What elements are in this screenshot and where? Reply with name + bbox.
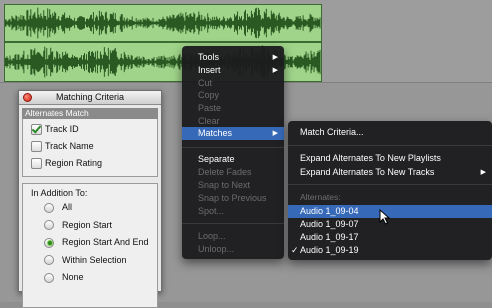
menu-item-label: Insert [198, 65, 221, 75]
radio-icon[interactable] [44, 202, 54, 213]
radio-none[interactable]: None [23, 269, 157, 287]
menu-item-expand-tracks[interactable]: Expand Alternates To New Tracks ▶ [288, 166, 492, 179]
in-addition-group: In Addition To: All Region Start Region … [22, 183, 158, 308]
menu-item-delete-fades: Delete Fades [198, 167, 252, 177]
menu-item-alternate[interactable]: Audio 1_09-17 [288, 231, 492, 244]
menu-item-label: Matches [198, 128, 233, 138]
checkbox-icon[interactable] [31, 141, 42, 152]
radio-icon[interactable] [44, 237, 54, 248]
radio-icon[interactable] [44, 255, 54, 265]
radio-within-selection[interactable]: Within Selection [23, 252, 157, 270]
checkbox-track-id[interactable]: Track ID [23, 121, 157, 138]
matching-criteria-window: Matching Criteria Alternates Match Track… [18, 90, 162, 308]
alternates-match-header: Alternates Match [22, 108, 158, 119]
track-lane[interactable] [0, 0, 492, 43]
radio-all[interactable]: All [23, 199, 157, 217]
checkbox-icon[interactable] [31, 124, 42, 135]
alternates-match-group: Track ID Track Name Region Rating [22, 119, 158, 177]
menu-item-separate[interactable]: Separate [182, 153, 284, 166]
menu-item-loop: Loop... [198, 231, 226, 241]
menu-item-paste: Paste [198, 103, 222, 113]
menu-item-snap-to-previous: Snap to Previous [198, 193, 267, 203]
menu-item-insert[interactable]: Insert ▶ [182, 64, 284, 77]
context-menu: Tools ▶ Insert ▶ Cut Copy Paste Clear Ma… [182, 46, 284, 259]
menu-item-copy: Copy [198, 90, 220, 100]
radio-label: Region Start And End [62, 237, 149, 247]
menu-separator [288, 184, 492, 185]
waveform [5, 7, 321, 39]
radio-icon[interactable] [44, 220, 54, 230]
submenu-arrow-icon: ▶ [272, 130, 278, 137]
in-addition-label: In Addition To: [31, 188, 88, 198]
menu-separator [182, 147, 284, 148]
waveform-path [5, 7, 321, 39]
menu-item-label: Tools [198, 52, 220, 62]
menu-separator [288, 145, 492, 146]
menu-item-tools[interactable]: Tools ▶ [182, 51, 284, 64]
checkbox-track-name[interactable]: Track Name [23, 138, 157, 155]
radio-icon[interactable] [44, 272, 54, 283]
menu-separator [182, 223, 284, 224]
checkbox-icon[interactable] [31, 158, 42, 169]
close-icon[interactable] [23, 93, 32, 102]
checkbox-label: Track ID [45, 124, 79, 134]
checkbox-label: Track Name [45, 141, 94, 151]
checkbox-label: Region Rating [45, 158, 103, 168]
radio-region-start[interactable]: Region Start [23, 217, 157, 235]
menu-item-matches[interactable]: Matches ▶ [182, 127, 284, 140]
menu-item-label: Audio 1_09-19 [300, 245, 359, 255]
menu-item-alternate-checked[interactable]: ✓ Audio 1_09-19 [288, 244, 492, 257]
menu-item-spot: Spot... [198, 206, 225, 216]
checkmark-icon: ✓ [291, 245, 299, 255]
radio-region-start-and-end[interactable]: Region Start And End [23, 234, 157, 252]
menu-item-match-criteria[interactable]: Match Criteria... [288, 126, 492, 139]
window-title: Matching Criteria [55, 92, 125, 102]
alternates-section-header: Alternates: [300, 192, 341, 202]
menu-item-expand-playlists[interactable]: Expand Alternates To New Playlists [288, 152, 492, 165]
radio-label: Region Start [62, 219, 113, 230]
radio-label: Within Selection [62, 254, 127, 265]
radio-label: All [62, 202, 73, 212]
menu-item-unloop: Unloop... [198, 244, 235, 254]
checkbox-region-rating[interactable]: Region Rating [23, 155, 157, 172]
menu-item-label: Expand Alternates To New Tracks [300, 167, 435, 177]
mouse-pointer-icon [379, 209, 391, 225]
window-titlebar[interactable]: Matching Criteria [19, 91, 161, 105]
matches-submenu: Match Criteria... Expand Alternates To N… [288, 121, 492, 260]
radio-label: None [62, 272, 84, 282]
submenu-arrow-icon: ▶ [272, 67, 278, 74]
audio-clip[interactable] [4, 4, 322, 42]
submenu-arrow-icon: ▶ [272, 54, 278, 61]
submenu-arrow-icon: ▶ [480, 169, 486, 176]
menu-item-snap-to-next: Snap to Next [198, 180, 251, 190]
